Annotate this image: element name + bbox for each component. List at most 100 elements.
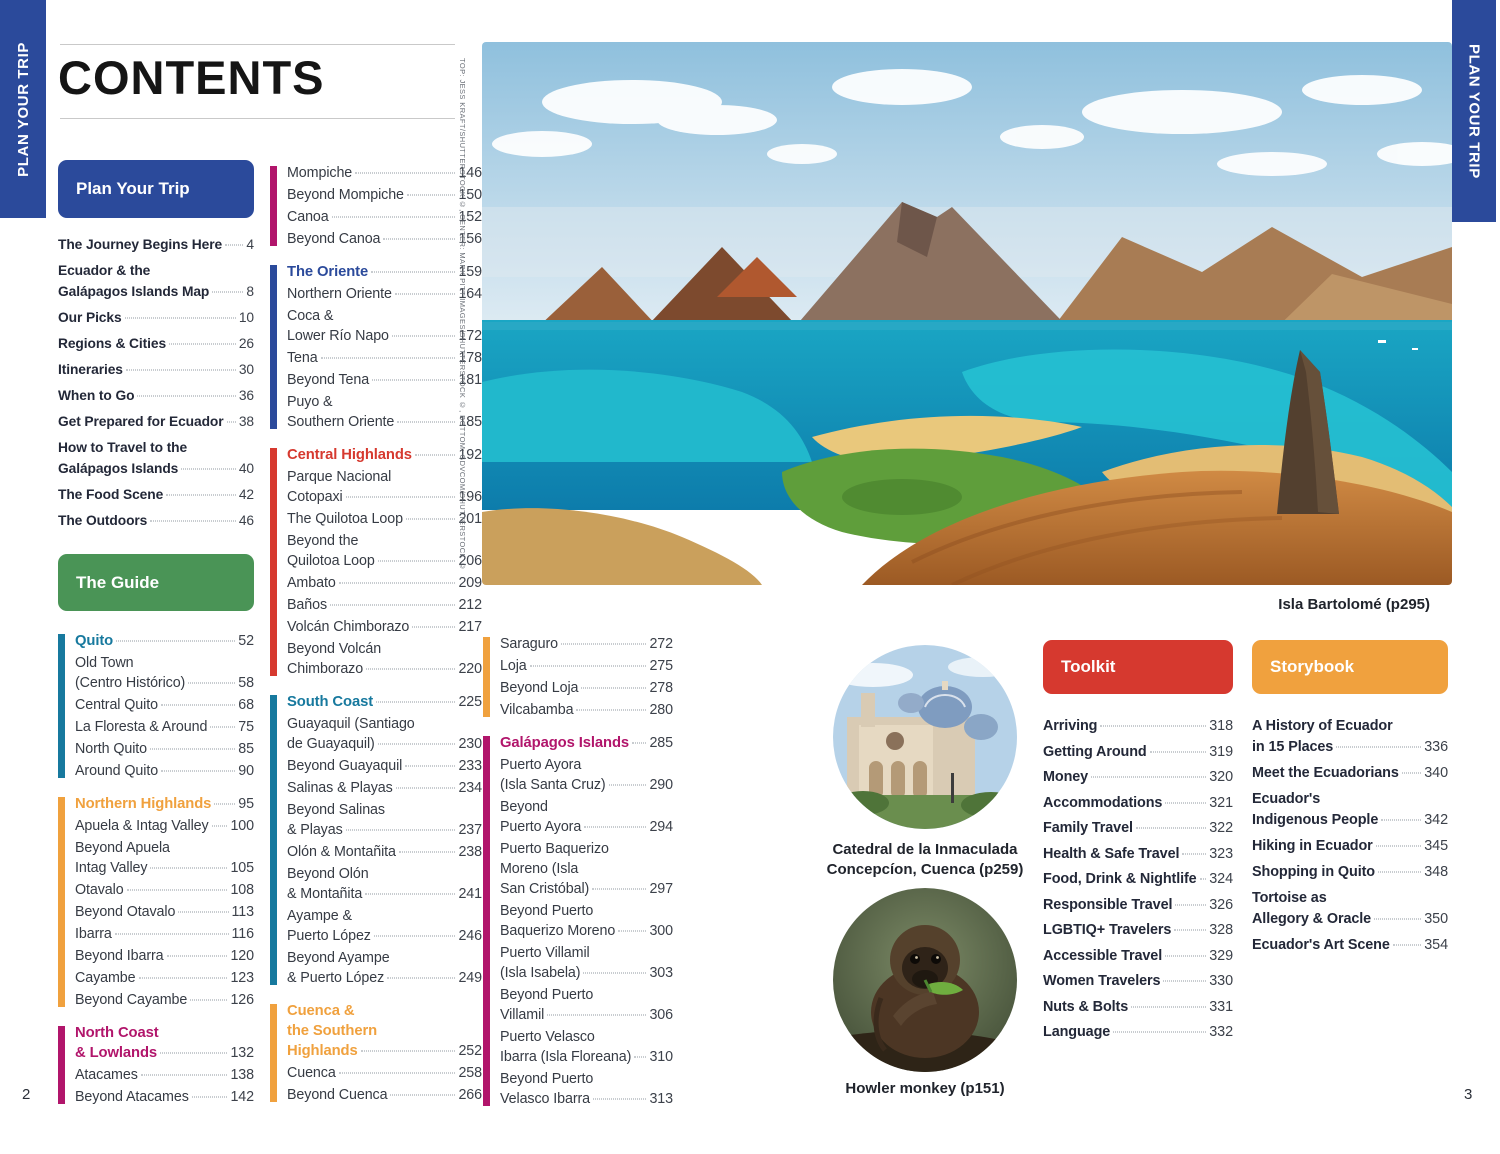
cathedral-caption: Catedral de la Inmaculada Concepcíon, Cu… [790,840,1060,880]
toc-entry-page: 294 [649,817,673,837]
toc-entry: Beyond PuertoVillamil306 [500,985,673,1025]
storybook-pill: Storybook [1252,640,1448,694]
leader-dots [212,826,228,827]
leader-dots [618,931,646,932]
toc-entry-label: Olón & Montañita [287,842,396,862]
toc-entry: Beyond Loja278 [500,678,673,698]
toc-block: North Coast& Lowlands132Atacames138Beyon… [58,1023,254,1107]
leader-dots [366,669,455,670]
toc-entry-label: Tortoise as [1252,888,1327,909]
toc-entry-label: Apuela & Intag Valley [75,816,209,836]
leader-dots [137,396,235,397]
toc-entry: Beyond theQuilotoa Loop206 [287,531,482,571]
toc-entry-label: Parque Nacional [287,467,391,487]
toc-entry: Loja275 [500,656,673,676]
toc-block: Galápagos Islands285Puerto Ayora(Isla Sa… [483,733,673,1109]
toc-entry-label: Salinas & Playas [287,778,393,798]
leader-dots [339,1073,456,1074]
plan-your-trip-pill: Plan Your Trip [58,160,254,218]
leader-dots [192,1097,228,1098]
toc-entry-page: 105 [230,858,254,878]
leader-dots [406,519,456,520]
toc-entry-page: 330 [1209,971,1233,992]
toc-entry-label: Beyond Salinas [287,800,385,820]
page-title: CONTENTS [58,50,325,105]
toc-entry-page: 40 [239,458,254,479]
section-color-bar [58,634,65,778]
toc-entry-label: Getting Around [1043,742,1147,763]
howler-monkey-illustration [833,888,1017,1072]
toc-entry: Itineraries30 [58,359,254,380]
toc-entry: Cayambe123 [75,968,254,988]
toc-entry: Central Highlands192 [287,445,482,465]
leader-dots [547,1015,646,1016]
toc-entry: Mompiche146 [287,163,482,183]
toc-entry-label: Puerto Velasco [500,1027,595,1047]
leader-dots [141,1075,228,1076]
toc-entry: La Floresta & Around75 [75,717,254,737]
leader-dots [1150,751,1207,752]
toc-entry: Puyo &Southern Oriente185 [287,392,482,432]
toc-entry: The Oriente159 [287,262,482,282]
leader-dots [181,469,236,470]
toc-entry-label: Accommodations [1043,793,1162,814]
leader-dots [214,804,235,805]
toc-entry-label: San Cristóbal) [500,879,589,899]
toc-entry-label: & Lowlands [75,1043,157,1063]
leader-dots [632,743,646,744]
toc-entry: Cuenca258 [287,1063,482,1083]
leader-dots [190,1000,227,1001]
toc-entry-label: Chimborazo [287,659,363,679]
page-number-left: 2 [22,1086,30,1103]
toc-entry-page: 272 [649,634,673,654]
leader-dots [372,380,455,381]
toc-entry-label: Accessible Travel [1043,946,1162,967]
toc-entry-label: Beyond Puerto [500,901,593,921]
toc-entry: Accessible Travel 329 [1043,946,1233,967]
toc-entry-label: The Quilotoa Loop [287,509,403,529]
toc-entry-label: Ecuador & the [58,260,150,281]
toc-entry-page: 329 [1209,946,1233,967]
toc-entry: Northern Highlands95 [75,794,254,814]
toc-block: Quito52Old Town(Centro Histórico)58Centr… [58,631,254,781]
toc-entry-label: Beyond Tena [287,370,369,390]
toc-entry-page: 126 [230,990,254,1010]
toc-entry-page: 58 [238,673,254,693]
toc-entry-label: Itineraries [58,359,123,380]
section-color-bar [270,695,277,985]
title-rule-top [60,44,455,45]
toc-entry: The Quilotoa Loop201 [287,509,482,529]
toc-entry: A History of Ecuadorin 15 Places336 [1252,716,1448,758]
toc-entry-label: Central Quito [75,695,158,715]
toc-entry-label: Galápagos Islands [58,458,178,479]
toc-entry: Tena178 [287,348,482,368]
toc-entry-label: Saraguro [500,634,558,654]
toc-entry-label: & Montañita [287,884,362,904]
toc-entry-label: Tena [287,348,318,368]
toc-entry-page: 336 [1424,737,1448,758]
toc-entry-label: (Centro Histórico) [75,673,185,693]
section-color-bar [58,1026,65,1104]
toc-entry-label: Beyond Loja [500,678,578,698]
storybook-column: Storybook A History of Ecuadorin 15 Plac… [1252,640,1448,969]
toc-entry-page: 280 [649,700,673,720]
toc-entry: Money320 [1043,767,1233,788]
toc-entry-label: Beyond Ibarra [75,946,164,966]
toc-entry-page: 120 [230,946,254,966]
section-color-bar [270,166,277,246]
toc-entry-label: Ambato [287,573,336,593]
leader-dots [365,894,455,895]
leader-dots [1165,802,1206,803]
toc-entry-label: Money [1043,767,1088,788]
section-color-bar [270,448,277,676]
toc-entry: Food, Drink & Nightlife324 [1043,869,1233,890]
leader-dots [1174,930,1206,931]
leader-dots [405,766,455,767]
toc-block: A History of Ecuadorin 15 Places336Meet … [1252,716,1448,956]
toc-entry-page: 238 [458,842,482,862]
toc-entry-label: Beyond Olón [287,864,369,884]
leader-dots [169,344,236,345]
leader-dots [371,272,455,273]
toc-entry-page: 113 [232,902,255,922]
toc-entry: LGBTIQ+ Travelers328 [1043,920,1233,941]
